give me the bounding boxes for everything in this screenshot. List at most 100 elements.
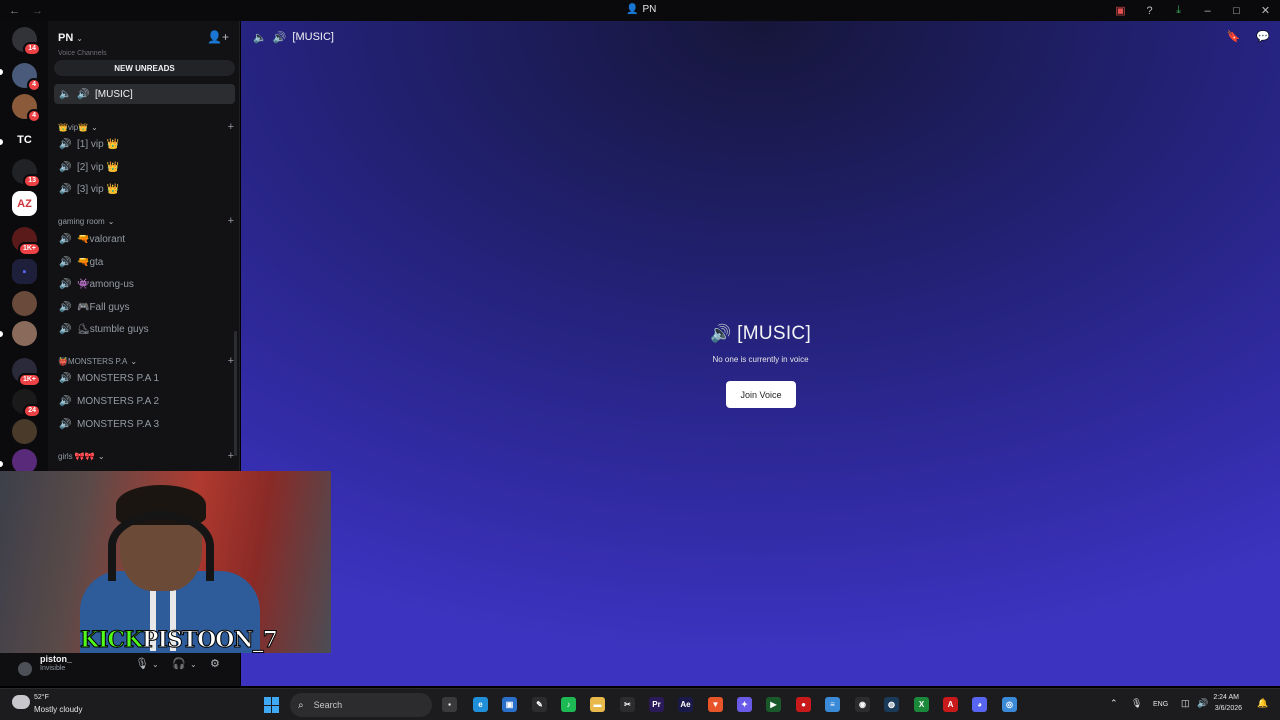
language-indicator[interactable]: ENG	[1153, 701, 1168, 708]
chat-icon[interactable]: 💬	[1256, 30, 1270, 43]
record-icon[interactable]: ●	[796, 697, 811, 712]
create-channel-icon[interactable]: +	[228, 215, 234, 227]
new-unreads-bar[interactable]: NEW UNREADS	[54, 60, 235, 76]
create-channel-icon[interactable]: +	[228, 121, 234, 133]
voice-channel[interactable]: 🔊 🔫valorant	[54, 229, 235, 249]
channel-category[interactable]: girls 🎀🎀 ⌄ +	[58, 450, 234, 462]
bookmark-icon[interactable]: 🔖	[1227, 30, 1241, 43]
unread-pill	[0, 461, 3, 467]
server-icon[interactable]	[12, 419, 37, 444]
chevron-down-icon[interactable]: ⌄	[190, 660, 197, 669]
pen-icon[interactable]: ✎	[532, 697, 547, 712]
voice-channel[interactable]: 🔊 MONSTERS P.A 3	[54, 414, 235, 434]
voice-channel[interactable]: 🔊 ⛸stumble guys	[54, 319, 235, 339]
speaker-icon: 🔊	[272, 31, 287, 44]
weather-temperature[interactable]: 52°F	[34, 694, 49, 701]
discord-icon[interactable]: ◕	[972, 697, 987, 712]
chevron-up-icon[interactable]: ⌃	[1110, 698, 1118, 709]
voice-channel[interactable]: 🔊 👾among-us	[54, 274, 235, 294]
wifi-icon[interactable]: ◫	[1181, 698, 1190, 709]
voice-channel[interactable]: 🔊 [2] vip 👑	[54, 157, 235, 177]
capcut-icon[interactable]: ✂	[620, 697, 635, 712]
search-label: Search	[313, 700, 343, 710]
inbox-icon[interactable]: ▣	[1106, 4, 1135, 17]
edge-icon[interactable]: e	[473, 697, 488, 712]
window-title-text: PN	[642, 4, 657, 15]
category-voice-channels[interactable]: Voice Channels	[58, 50, 234, 57]
app-window: ← → 👤 PN ▣ ? ⤓ – □ ✕ 14 4 4 TC 13 AZ 1K+ ▪ 1K+ 24…	[0, 0, 1280, 720]
invite-people-icon[interactable]: 👤+	[207, 30, 229, 44]
server-icon[interactable]	[12, 291, 37, 316]
server-icon[interactable]: AZ	[12, 191, 37, 216]
server-header[interactable]: PN ⌄ 👤+	[48, 21, 239, 53]
channel-category[interactable]: 👑vip👑 ⌄ +	[58, 121, 234, 133]
server-icon[interactable]: 4	[12, 94, 41, 123]
channel-label: MONSTERS P.A 3	[77, 418, 160, 430]
voice-channel[interactable]: 🔊 [3] vip 👑	[54, 179, 235, 199]
voice-channel[interactable]: 🔊 MONSTERS P.A 1	[54, 368, 235, 388]
acrobat-icon[interactable]: A	[943, 697, 958, 712]
category-label: girls 🎀🎀	[58, 451, 95, 461]
microphone-icon[interactable]: 🎙	[135, 657, 149, 670]
help-icon[interactable]: ?	[1135, 5, 1164, 17]
speaker-icon: 🔊	[709, 324, 732, 343]
windows-start-icon[interactable]	[264, 697, 280, 713]
maximize-icon[interactable]: □	[1222, 5, 1251, 17]
clock-date[interactable]: 3/6/2026	[1215, 705, 1242, 712]
steam-icon[interactable]: ◍	[884, 697, 899, 712]
channel-music[interactable]: 🔈 🔊 [MUSIC]	[54, 84, 235, 104]
settings-icon[interactable]: ⚙	[210, 657, 220, 670]
taskbar-search[interactable]: ⌕ Search	[290, 693, 432, 717]
weather-description[interactable]: Mostly cloudy	[34, 705, 82, 714]
server-icon[interactable]	[12, 321, 37, 346]
channel-label: [MUSIC]	[95, 88, 133, 100]
voice-channel[interactable]: 🔊 [1] vip 👑	[54, 134, 235, 154]
server-icon[interactable]: 24	[12, 389, 41, 418]
minimize-icon[interactable]: –	[1193, 5, 1222, 17]
server-icon[interactable]: TC	[12, 127, 37, 152]
voice-channel[interactable]: 🔊 MONSTERS P.A 2	[54, 391, 235, 411]
headphones-icon[interactable]: 🎧	[172, 657, 186, 670]
forward-arrow-icon[interactable]: →	[32, 5, 46, 17]
obs-icon[interactable]: ◉	[855, 697, 870, 712]
folder-icon[interactable]: ▬	[590, 697, 605, 712]
download-icon[interactable]: ⤓	[1164, 4, 1193, 17]
channel-label: 🔫valorant	[77, 233, 126, 245]
user-name[interactable]: piston_	[40, 654, 72, 664]
chevron-down-icon[interactable]: ⌄	[152, 660, 159, 669]
notepad-icon[interactable]: ≡	[825, 697, 840, 712]
file-explorer-icon[interactable]: ▪	[442, 697, 457, 712]
clock-time[interactable]: 2:24 AM	[1213, 694, 1239, 701]
microphone-icon[interactable]: 🎙	[1131, 698, 1142, 709]
unread-pill	[0, 331, 3, 337]
after-effects-icon[interactable]: Ae	[678, 697, 693, 712]
server-icon[interactable]: 13	[12, 159, 41, 188]
close-icon[interactable]: ✕	[1251, 4, 1280, 17]
copilot-icon[interactable]: ✦	[737, 697, 752, 712]
server-icon[interactable]: 1K+	[12, 227, 41, 256]
notification-icon[interactable]: 🔔	[1257, 698, 1268, 709]
cloud-icon[interactable]	[12, 695, 30, 709]
chrome-icon[interactable]: ◎	[1002, 697, 1017, 712]
back-arrow-icon[interactable]: ←	[9, 5, 23, 17]
server-icon[interactable]: 1K+	[12, 358, 41, 387]
volume-icon[interactable]: 🔊	[1197, 698, 1208, 709]
sidebar-scrollbar[interactable]	[234, 331, 237, 456]
brave-icon[interactable]: ▼	[708, 697, 723, 712]
spotify-icon[interactable]: ♪	[561, 697, 576, 712]
user-avatar[interactable]	[18, 662, 32, 676]
terminal-icon[interactable]: ▶	[766, 697, 781, 712]
voice-channel[interactable]: 🔊 🔫gta	[54, 252, 235, 272]
join-voice-button[interactable]: Join Voice	[726, 381, 796, 408]
speaker-icon: 🔊	[77, 88, 90, 100]
premiere-icon[interactable]: Pr	[649, 697, 664, 712]
channel-category[interactable]: gaming room ⌄ +	[58, 215, 234, 227]
server-icon[interactable]: 14	[12, 27, 41, 56]
xbox-icon[interactable]: X	[914, 697, 929, 712]
store-icon[interactable]: ▣	[502, 697, 517, 712]
category-label: 👹MONSTERS P.A	[58, 356, 128, 366]
server-icon[interactable]: ▪	[12, 259, 37, 284]
voice-channel[interactable]: 🔊 🎮Fall guys	[54, 297, 235, 317]
channel-category[interactable]: 👹MONSTERS P.A ⌄ +	[58, 355, 234, 367]
server-icon[interactable]: 4	[12, 63, 41, 92]
